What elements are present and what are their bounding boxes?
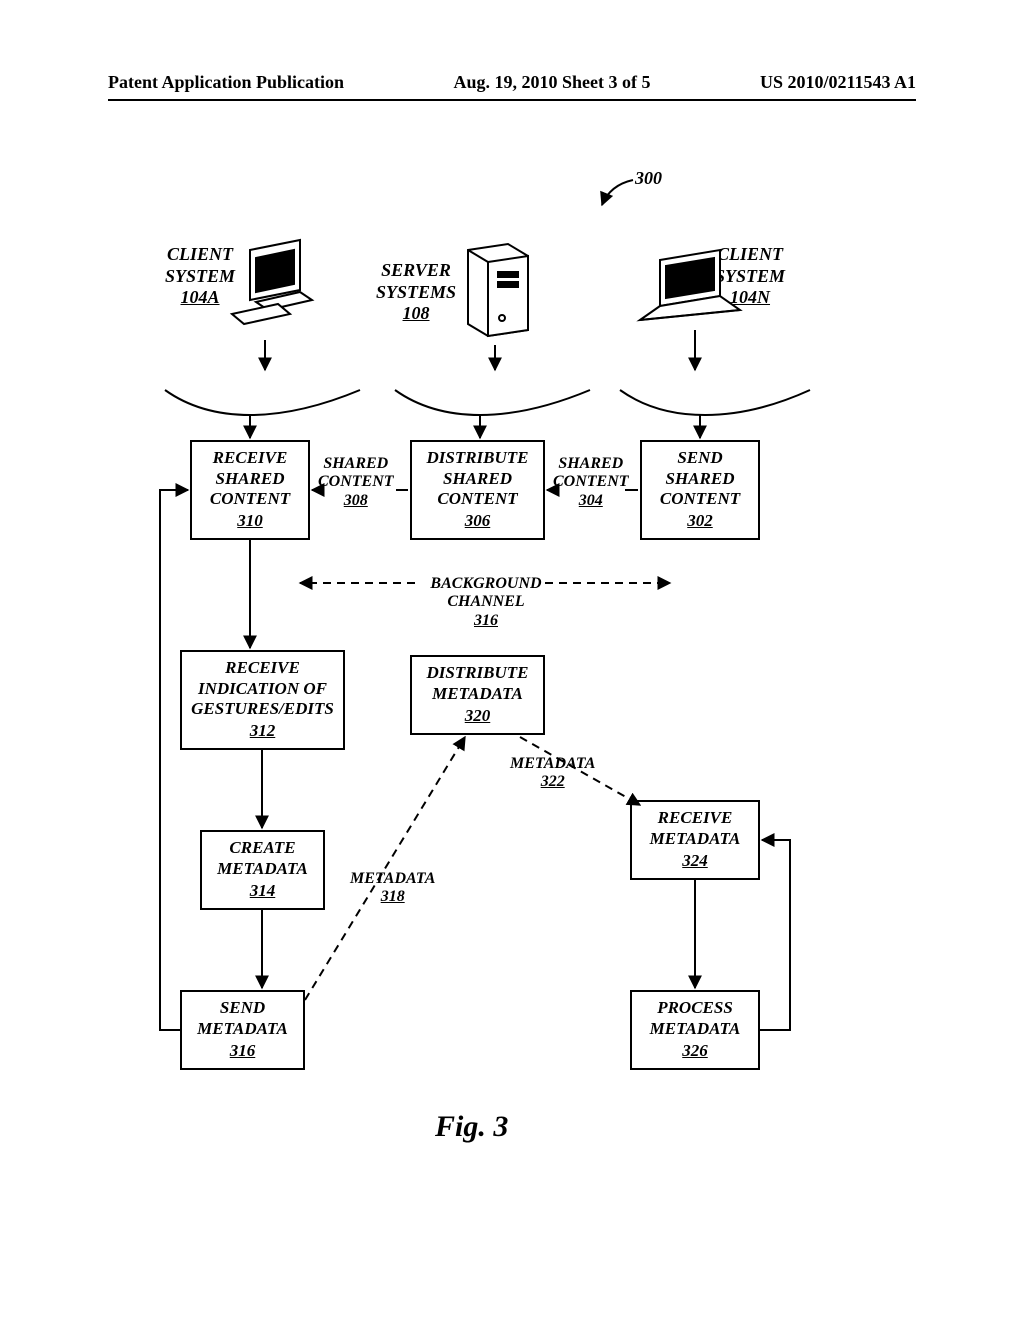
ref: 302 xyxy=(687,511,713,531)
text: RECEIVE xyxy=(213,448,288,468)
text: PROCESS xyxy=(657,998,733,1018)
ref: 108 xyxy=(403,303,430,323)
header-right: US 2010/0211543 A1 xyxy=(760,72,916,93)
text: METADATA xyxy=(650,829,741,849)
text: CONTENT xyxy=(553,473,629,490)
ref: 308 xyxy=(344,492,368,509)
text: SHARED xyxy=(216,469,285,489)
box-receive-metadata: RECEIVE METADATA 324 xyxy=(630,800,760,880)
desktop-computer-icon xyxy=(232,240,312,324)
text: CONTENT xyxy=(437,489,517,509)
box-process-metadata: PROCESS METADATA 326 xyxy=(630,990,760,1070)
box-distribute-metadata: DISTRIBUTE METADATA 320 xyxy=(410,655,545,735)
text: SEND xyxy=(220,998,265,1018)
text: CONTENT xyxy=(660,489,740,509)
text: SHARED xyxy=(558,455,623,472)
ref: 320 xyxy=(465,706,491,726)
text: SHARED xyxy=(443,469,512,489)
text: CONTENT xyxy=(210,489,290,509)
label-metadata-322: METADATA 322 xyxy=(510,755,595,792)
text: DISTRIBUTE xyxy=(426,448,528,468)
text: SEND xyxy=(677,448,722,468)
ref: 312 xyxy=(250,721,276,741)
ref: 316 xyxy=(230,1041,256,1061)
ref: 326 xyxy=(682,1041,708,1061)
label-shared-content-304: SHARED CONTENT 304 xyxy=(553,455,629,510)
text: METADATA xyxy=(650,1019,741,1039)
text: CLIENT xyxy=(167,244,233,264)
server-tower-icon xyxy=(468,244,528,336)
text: INDICATION OF xyxy=(198,679,327,699)
figure-number: 300 xyxy=(635,168,662,189)
text: SHARED xyxy=(666,469,735,489)
box-receive-indication: RECEIVE INDICATION OF GESTURES/EDITS 312 xyxy=(180,650,345,750)
header-center: Aug. 19, 2010 Sheet 3 of 5 xyxy=(454,72,651,93)
text: CONTENT xyxy=(318,473,394,490)
label-metadata-318: METADATA 318 xyxy=(350,870,435,907)
text: METADATA xyxy=(217,859,308,879)
ref: 310 xyxy=(237,511,263,531)
ref: 104N xyxy=(730,287,770,307)
text: SYSTEM xyxy=(715,266,785,286)
box-distribute-shared-content: DISTRIBUTE SHARED CONTENT 306 xyxy=(410,440,545,540)
header-left: Patent Application Publication xyxy=(108,72,344,93)
text: GESTURES/EDITS xyxy=(191,699,334,719)
text: SERVER xyxy=(381,260,451,280)
ref: 324 xyxy=(682,851,708,871)
ref: 306 xyxy=(465,511,491,531)
box-send-metadata: SEND METADATA 316 xyxy=(180,990,305,1070)
text: DISTRIBUTE xyxy=(426,663,528,683)
text: METADATA xyxy=(432,684,523,704)
text: METADATA xyxy=(197,1019,288,1039)
text: METADATA xyxy=(510,755,595,772)
text: CLIENT xyxy=(717,244,783,264)
server-systems-label: SERVER SYSTEMS 108 xyxy=(376,260,456,325)
client-system-a-label: CLIENT SYSTEM 104A xyxy=(165,244,235,309)
box-create-metadata: CREATE METADATA 314 xyxy=(200,830,325,910)
ref: 314 xyxy=(250,881,276,901)
text: SHARED xyxy=(323,455,388,472)
ref: 318 xyxy=(381,888,405,905)
text: SYSTEMS xyxy=(376,282,456,302)
box-send-shared-content: SEND SHARED CONTENT 302 xyxy=(640,440,760,540)
label-background-channel: BACKGROUND CHANNEL 316 xyxy=(416,575,556,630)
text: BACKGROUND xyxy=(430,575,541,592)
text: METADATA xyxy=(350,870,435,887)
page-header: Patent Application Publication Aug. 19, … xyxy=(108,72,916,101)
text: CREATE xyxy=(229,838,295,858)
box-receive-shared-content: RECEIVE SHARED CONTENT 310 xyxy=(190,440,310,540)
ref: 316 xyxy=(474,612,498,629)
text: CHANNEL xyxy=(447,593,524,610)
text: SYSTEM xyxy=(165,266,235,286)
ref: 104A xyxy=(181,287,220,307)
text: RECEIVE xyxy=(225,658,300,678)
figure-caption: Fig. 3 xyxy=(435,1110,508,1144)
label-shared-content-308: SHARED CONTENT 308 xyxy=(318,455,394,510)
text: RECEIVE xyxy=(658,808,733,828)
client-system-n-label: CLIENT SYSTEM 104N xyxy=(715,244,785,309)
ref: 322 xyxy=(541,773,565,790)
ref: 304 xyxy=(579,492,603,509)
